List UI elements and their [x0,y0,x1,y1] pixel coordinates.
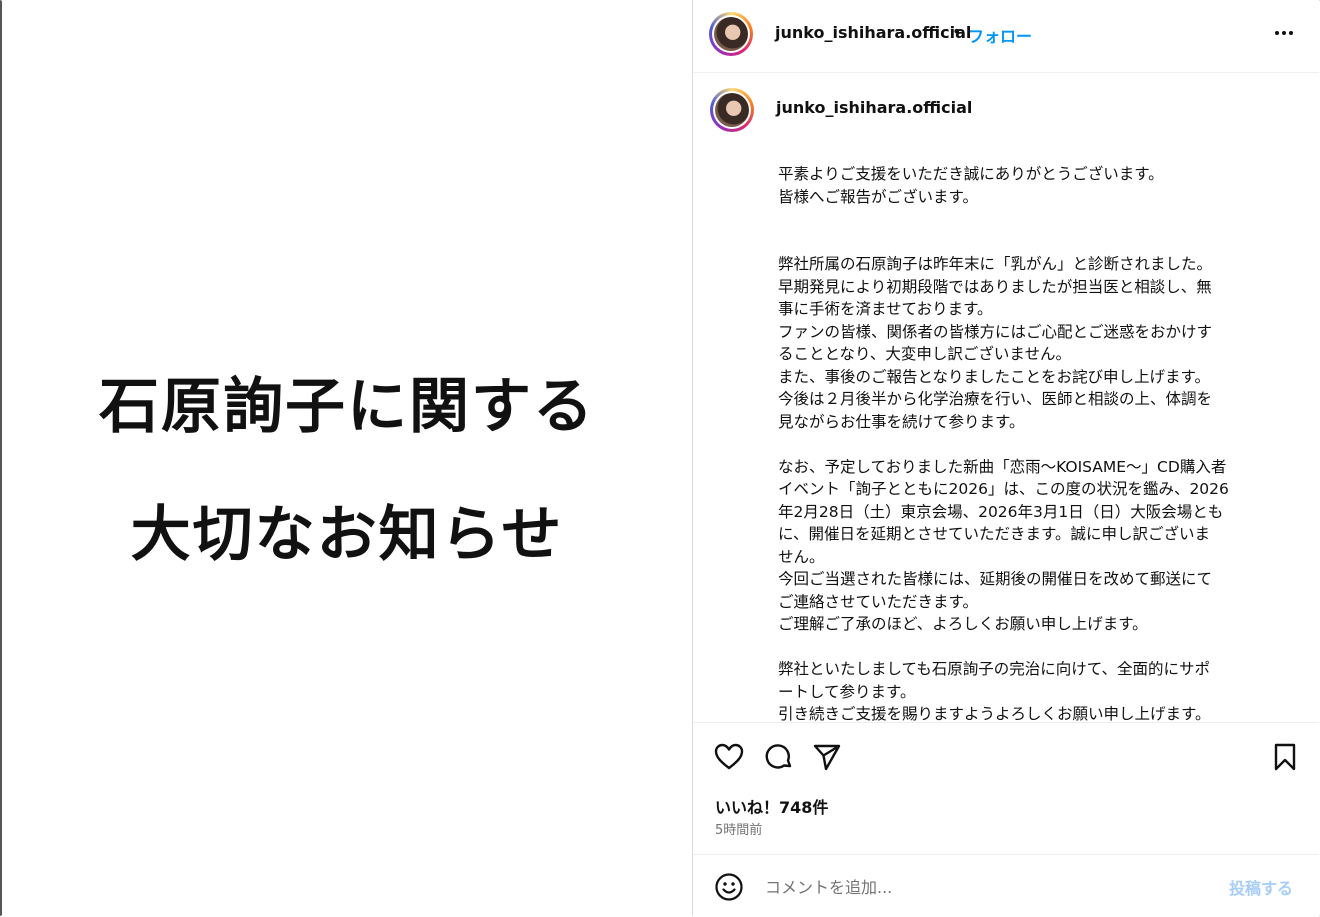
caption-text: 平素よりご支援をいただき誠にありがとうございます。 皆様へご報告がございます。 … [778,165,1229,721]
post-side-panel: junko_ishihara.official • フォロー junko_ish… [692,0,1319,916]
heart-icon[interactable] [713,741,745,773]
image-headline-line-2: 大切なお知らせ [130,500,564,570]
avatar-photo [714,17,748,51]
image-headline-line-1: 石原詢子に関する [99,372,595,442]
caption-username-link[interactable]: junko_ishihara.official [776,98,972,117]
comment-bar: 投稿する [693,854,1319,917]
post-actions: いいね！748件 5時間前 [693,722,1319,855]
bookmark-icon[interactable] [1269,741,1301,773]
post-image[interactable]: 石原詢子に関する 大切なお知らせ [2,0,692,916]
profile-avatar[interactable] [709,12,753,56]
comment-input[interactable] [763,873,1207,901]
caption-avatar[interactable] [710,88,754,132]
caption-scroll-area[interactable]: junko_ishihara.official 平素よりご支援をいただき誠にあり… [693,73,1319,721]
comment-icon[interactable] [763,741,795,773]
header-separator: • [952,22,962,41]
emoji-icon[interactable] [713,871,745,903]
follow-button[interactable]: フォロー [968,23,1032,47]
post-header: junko_ishihara.official • フォロー [693,0,1319,73]
avatar-photo [715,93,749,127]
header-username-link[interactable]: junko_ishihara.official [775,23,971,42]
share-icon[interactable] [811,741,843,773]
more-horizontal-icon[interactable] [1271,20,1297,46]
post-timestamp[interactable]: 5時間前 [715,819,762,838]
likes-count[interactable]: いいね！748件 [715,794,828,818]
post-comment-button[interactable]: 投稿する [1229,875,1293,899]
